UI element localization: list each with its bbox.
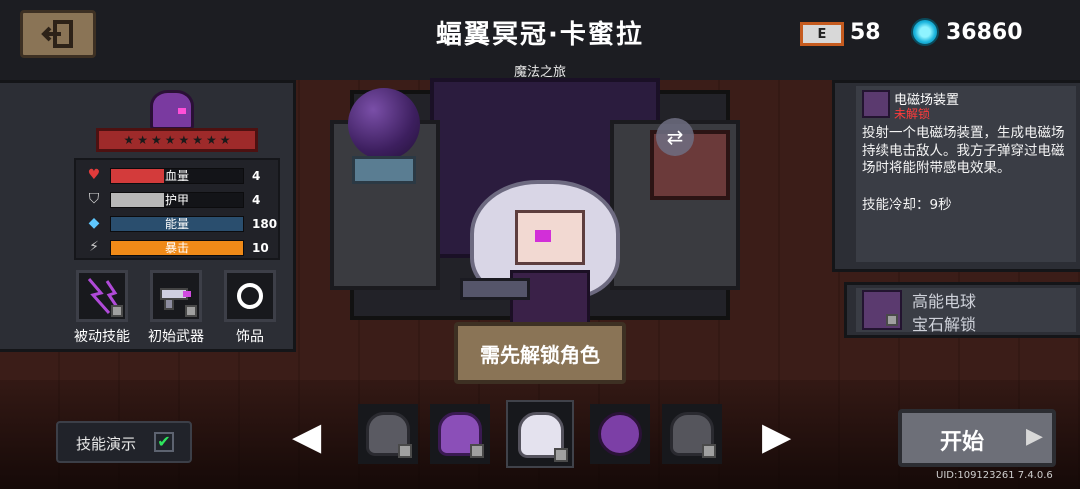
gem-value: 36860 — [946, 20, 1023, 45]
stat-label-hp: 血量 — [164, 169, 189, 183]
star-icon: ★ — [192, 133, 204, 147]
stat-row-armor: ⛉ 护甲 4 — [86, 190, 276, 210]
checkbox-icon[interactable]: ✔ — [154, 432, 174, 452]
skill-demo-label: 技能演示 — [76, 435, 137, 453]
accessory-label: 饰品 — [236, 329, 264, 345]
shield-icon: ⛉ — [88, 191, 100, 207]
energy-orb-icon — [862, 290, 902, 330]
page-title: 蝠翼冥冠·卡蜜拉 — [436, 20, 644, 50]
skin-option-1[interactable] — [358, 404, 418, 464]
uid-version-text: UID:109123261 7.4.0.6 — [936, 470, 1053, 481]
prev-skin-arrow-icon[interactable]: ◀ — [292, 415, 321, 457]
back-button[interactable] — [20, 10, 96, 58]
gem-icon — [911, 18, 939, 46]
stat-label-energy: 能量 — [164, 217, 189, 231]
skill-locked-status: 未解锁 — [894, 107, 931, 121]
energy-badge-icon: E — [800, 22, 844, 46]
skill-cooldown: 技能冷却：9秒 — [862, 197, 952, 213]
lock-icon — [886, 314, 898, 326]
stat-value-hp: 4 — [252, 169, 261, 183]
start-button-label: 开始 — [940, 430, 985, 455]
skin-option-3-selected[interactable] — [506, 400, 574, 468]
character-scene — [310, 60, 780, 325]
skin-option-4[interactable] — [590, 404, 650, 464]
energy-value: 58 — [850, 20, 881, 45]
skin-art-4 — [598, 412, 642, 456]
lock-icon — [554, 448, 568, 462]
diamond-icon: ◆ — [88, 215, 100, 231]
swap-icon: ⇄ — [666, 125, 684, 149]
skill-description: 投射一个电磁场装置，生成电磁场持续电击敌人。我方子弹穿过电磁场时将能附带感电效果… — [862, 125, 1065, 176]
star-icon: ★ — [150, 133, 162, 147]
gem-skill-name: 高能电球 — [912, 292, 977, 311]
stat-value-armor: 4 — [252, 193, 261, 207]
star-icon: ★ — [178, 133, 190, 147]
lock-icon — [702, 444, 716, 458]
character-eye — [535, 230, 551, 242]
character-portrait — [150, 90, 194, 130]
exit-icon — [41, 20, 73, 48]
portrait-eye — [178, 108, 186, 114]
swap-skin-button[interactable]: ⇄ — [656, 118, 694, 156]
next-skin-arrow-icon[interactable]: ▶ — [762, 415, 791, 457]
energy-badge-text: E — [817, 26, 827, 42]
lock-icon — [398, 444, 412, 458]
gem-skill-unlock-hint: 宝石解锁 — [912, 315, 977, 334]
electromagnetic-device-icon — [862, 90, 890, 118]
star-icon: ★ — [219, 133, 231, 147]
starting-weapon-slot[interactable] — [150, 270, 202, 322]
stat-label-crit: 暴击 — [164, 241, 189, 255]
stat-value-energy: 180 — [252, 217, 278, 231]
play-arrow-icon: ▶ — [1026, 424, 1043, 449]
ring-icon — [237, 283, 263, 309]
starting-weapon-label: 初始武器 — [148, 329, 204, 345]
orb-stand — [352, 156, 416, 184]
passive-skill-slot[interactable] — [76, 270, 128, 322]
stat-label-armor: 护甲 — [164, 193, 189, 207]
heart-icon: ♥ — [87, 167, 101, 183]
stat-value-crit: 10 — [252, 241, 269, 255]
star-icon: ★ — [164, 133, 176, 147]
accessory-slot[interactable] — [224, 270, 276, 322]
star-icon: ★ — [137, 133, 148, 147]
star-rating: ★ ★ ★ ★ ★ ★ ★ ★ — [96, 128, 258, 152]
star-icon: ★ — [206, 133, 217, 147]
lock-icon — [185, 305, 197, 317]
stat-row-hp: ♥ 血量 4 — [86, 166, 276, 186]
purple-orb-icon — [348, 88, 420, 160]
crit-icon: ⚡ — [89, 239, 99, 255]
passive-skill-label: 被动技能 — [74, 329, 130, 345]
star-icon: ★ — [123, 133, 135, 147]
lock-icon — [111, 305, 123, 317]
unlock-character-button[interactable]: 需先解锁角色 — [454, 322, 626, 384]
page-subtitle: 魔法之旅 — [513, 65, 566, 80]
skin-option-5[interactable] — [662, 404, 722, 464]
stat-row-energy: ◆ 能量 180 — [86, 214, 278, 234]
lock-icon — [470, 444, 484, 458]
character-sprite — [460, 150, 630, 325]
skin-option-2[interactable] — [430, 404, 490, 464]
character-gun-icon — [460, 278, 530, 300]
stat-row-crit: ⚡ 暴击 10 — [86, 238, 276, 258]
